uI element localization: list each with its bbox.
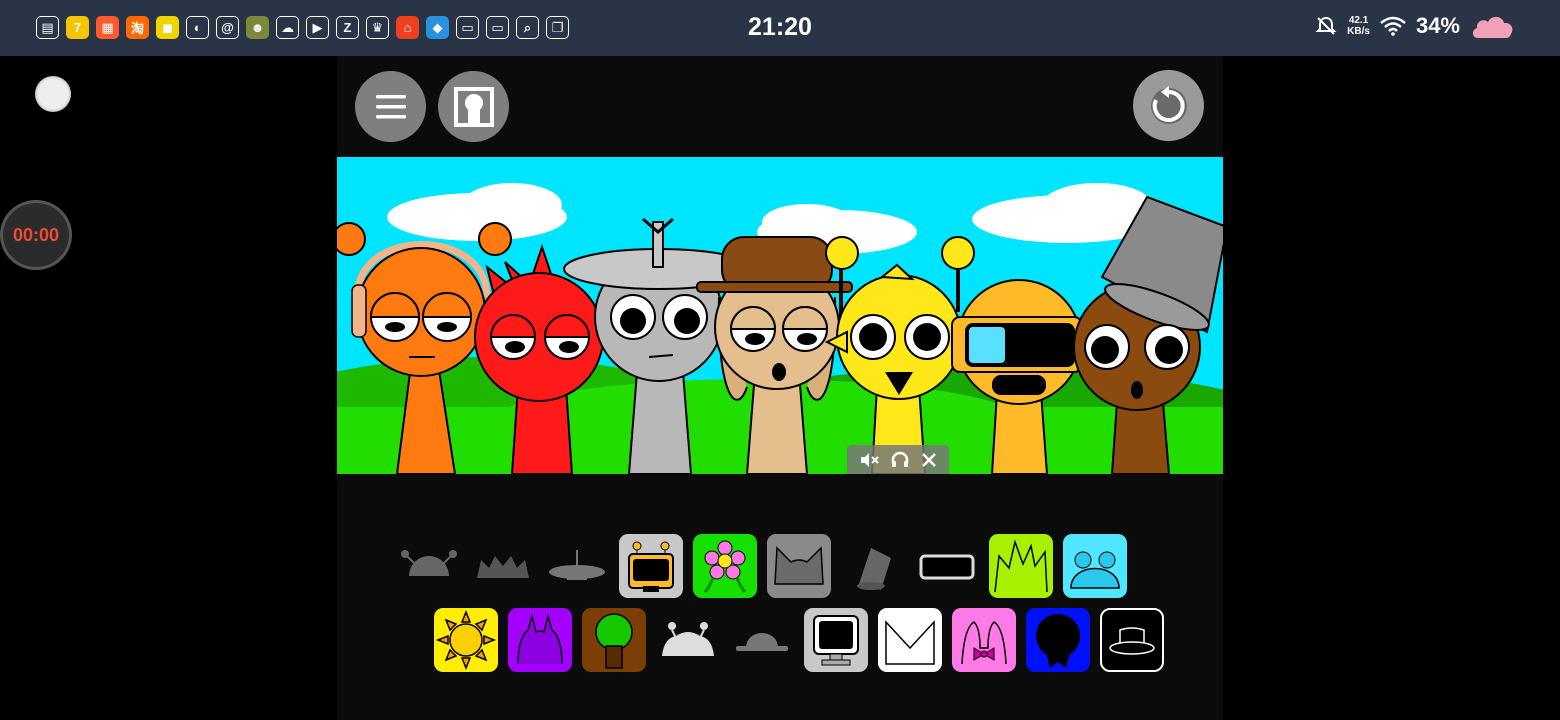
bear-ears-glyph	[1070, 551, 1120, 589]
status-indicators: 42.1 KB/s 34%	[1315, 12, 1516, 40]
monitor-glyph	[813, 615, 859, 666]
tree-icon[interactable]	[582, 608, 646, 672]
character-controls	[847, 445, 949, 474]
leaf-icon: ◐	[186, 16, 209, 39]
wifi-icon	[1380, 16, 1406, 36]
purple-horns-glyph	[517, 613, 563, 665]
shop-icon: ⌂	[396, 16, 419, 39]
visor-glyph	[919, 554, 975, 580]
doc-icon: ▤	[36, 16, 59, 39]
portrait-icon	[453, 86, 494, 127]
mail-icon: @	[216, 16, 239, 39]
mute-icon[interactable]	[859, 452, 879, 468]
card-icon: ▭	[456, 16, 479, 39]
search-icon: ⌕	[516, 16, 539, 39]
crab-hair-icon[interactable]	[656, 608, 720, 672]
card2-icon: ▭	[486, 16, 509, 39]
satellite-dish-glyph	[549, 550, 605, 580]
profile-button[interactable]	[438, 71, 509, 142]
green-spikes-icon[interactable]	[989, 534, 1053, 598]
reset-icon	[1150, 85, 1187, 124]
bucket-hat-icon[interactable]	[841, 534, 905, 598]
green-spikes-glyph	[994, 539, 1048, 593]
clock: 21:20	[748, 13, 812, 41]
spiky-hair-icon[interactable]	[471, 534, 535, 598]
bowler-hat-glyph	[736, 633, 788, 651]
palette-row-2	[434, 608, 1164, 672]
character-icon: ☻	[246, 16, 269, 39]
yellow-app-icon: ◼	[156, 16, 179, 39]
blue-medal-glyph	[1036, 614, 1080, 668]
battery-level: 34%	[1415, 13, 1460, 38]
cloud-icon: ☁	[276, 16, 299, 39]
bowler-hat-icon[interactable]	[730, 608, 794, 672]
antenna-dome-glyph	[401, 550, 457, 576]
taobao-icon: 淘	[126, 16, 149, 39]
game-panel	[337, 56, 1223, 720]
tree-glyph	[595, 613, 633, 669]
purple-horns-icon[interactable]	[508, 608, 572, 672]
bucket-hat-glyph	[857, 548, 891, 590]
grid-app-icon: ▦	[96, 16, 119, 39]
play-icon: ▶	[306, 16, 329, 39]
book-icon: ❐	[546, 16, 569, 39]
stage-scene[interactable]	[337, 157, 1223, 474]
network-speed: 42.1 KB/s	[1347, 15, 1370, 37]
blue-app-icon: ◆	[426, 16, 449, 39]
blue-medal-icon[interactable]	[1026, 608, 1090, 672]
robot-head-icon[interactable]	[619, 534, 683, 598]
headphones-icon[interactable]	[891, 451, 909, 468]
pink-bow-icon[interactable]	[952, 608, 1016, 672]
spiky-hair-glyph	[477, 556, 529, 578]
monitor-icon[interactable]	[804, 608, 868, 672]
z-app-icon: Z	[336, 16, 359, 39]
pink-bow-glyph	[961, 621, 1007, 665]
close-icon[interactable]	[921, 452, 937, 468]
recording-timer[interactable]: 00:00	[0, 200, 72, 270]
seven-icon: 7	[66, 16, 89, 39]
envelope-glyph	[885, 620, 935, 665]
reset-button[interactable]	[1133, 70, 1204, 141]
flower-glyph	[703, 540, 747, 594]
antenna-dome-icon[interactable]	[397, 534, 461, 598]
satellite-dish-icon[interactable]	[545, 534, 609, 598]
cat-ears-icon[interactable]	[767, 534, 831, 598]
cloud-app-icon	[1472, 16, 1513, 38]
bear-ears-icon[interactable]	[1063, 534, 1127, 598]
network-speed-unit: KB/s	[1347, 26, 1370, 37]
notification-icons: ▤ 7 ▦ 淘 ◼ ◐ @ ☻ ☁ ▶ Z ♛ ⌂ ◆ ▭ ▭ ⌕ ❐	[36, 16, 569, 39]
mute-bell-icon	[1315, 16, 1337, 35]
hamburger-icon	[375, 94, 406, 118]
crab-hair-glyph	[662, 622, 714, 656]
flower-icon[interactable]	[693, 534, 757, 598]
menu-button[interactable]	[355, 71, 426, 142]
visor-icon[interactable]	[915, 534, 979, 598]
sun-glyph	[435, 609, 497, 671]
top-hat-icon[interactable]	[1100, 608, 1164, 672]
sun-icon[interactable]	[434, 608, 498, 672]
robot-head-glyph	[628, 541, 674, 592]
envelope-icon[interactable]	[878, 608, 942, 672]
palette-row-1	[397, 534, 1127, 598]
stage-canvas	[337, 157, 1223, 474]
network-speed-value: 42.1	[1348, 15, 1369, 26]
cat-ears-glyph	[774, 546, 824, 585]
crown-icon: ♛	[366, 16, 389, 39]
status-bar: ▤ 7 ▦ 淘 ◼ ◐ @ ☻ ☁ ▶ Z ♛ ⌂ ◆ ▭ ▭ ⌕ ❐ 21:20 42.1 KB/s 34%	[0, 0, 1560, 56]
floating-assist-button[interactable]	[35, 76, 71, 112]
top-hat-glyph	[1100, 608, 1164, 672]
